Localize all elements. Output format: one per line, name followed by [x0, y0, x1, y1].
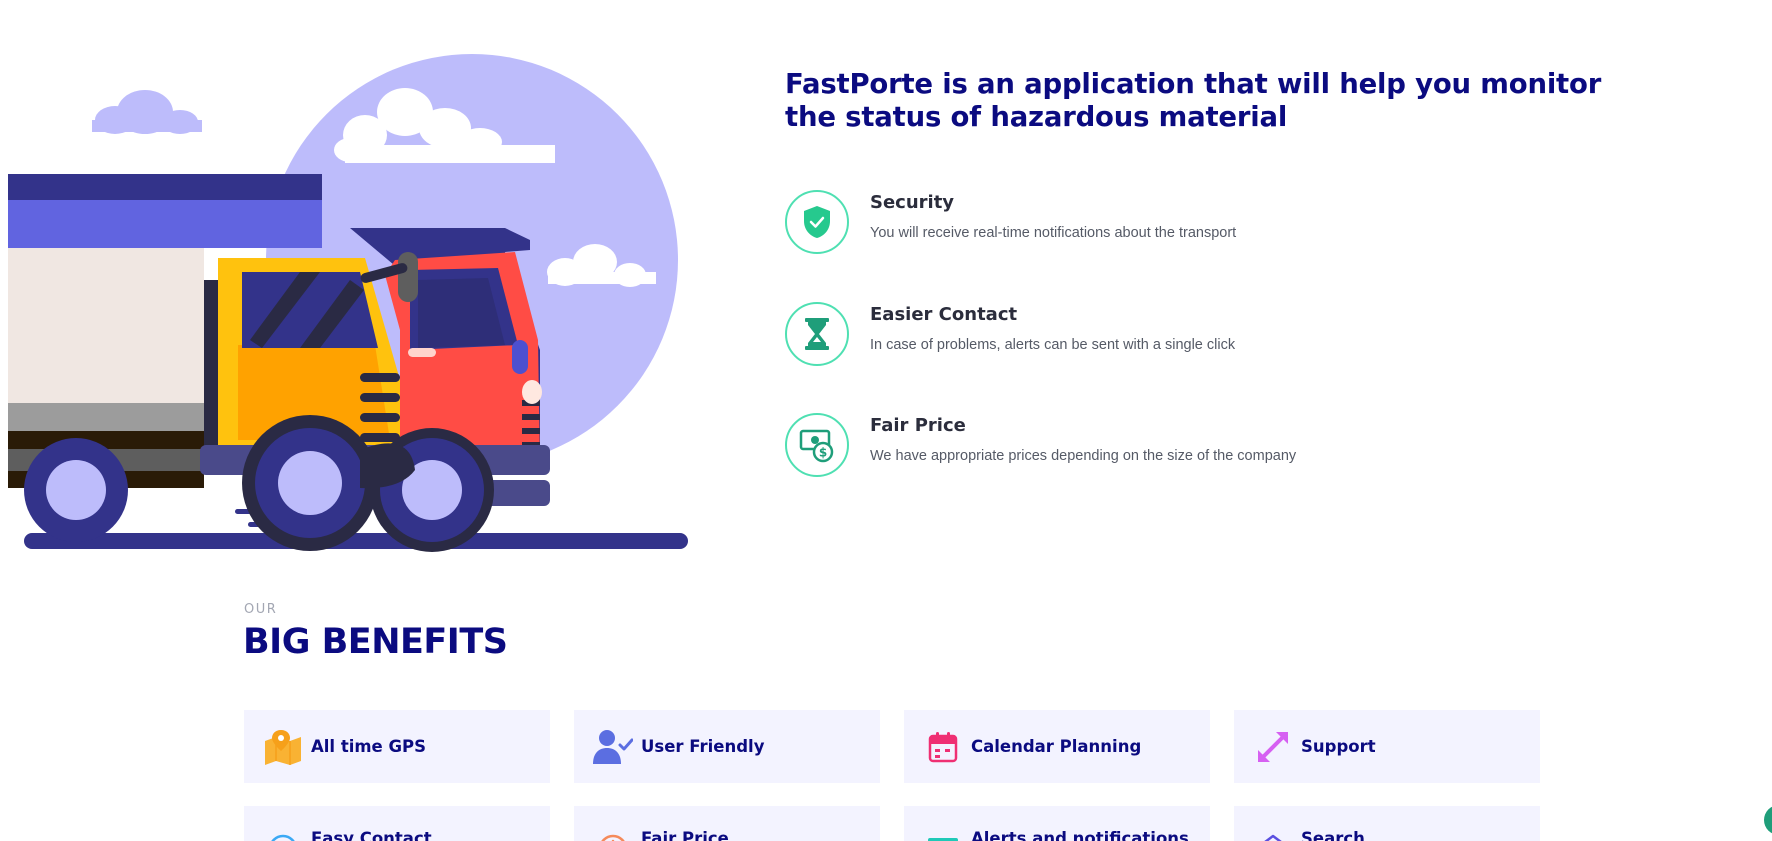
clock-icon [593, 829, 633, 841]
expand-arrows-icon [1253, 727, 1293, 767]
money-icon: $ [785, 413, 849, 477]
benefit-card-calendar[interactable]: Calendar Planning [904, 710, 1210, 783]
cloud-small [92, 90, 202, 134]
shield-check-icon [785, 190, 849, 254]
trailer-top [8, 174, 322, 204]
feature-description: We have appropriate prices depending on … [870, 448, 1297, 464]
benefit-card-easy-contact[interactable]: Easy Contact [244, 806, 550, 841]
benefit-label: Fair Price [641, 829, 729, 841]
feature-fair-price: $ Fair Price We have appropriate prices … [785, 413, 1685, 483]
house-search-icon [1253, 829, 1293, 841]
benefit-label: User Friendly [641, 737, 765, 756]
benefit-label: Calendar Planning [971, 737, 1142, 756]
benefit-card-user-friendly[interactable]: User Friendly [574, 710, 880, 783]
feature-title: Easier Contact [870, 304, 1018, 325]
feature-security: Security You will receive real-time noti… [785, 190, 1685, 260]
feature-description: In case of problems, alerts can be sent … [870, 337, 1236, 353]
benefit-label: Support [1301, 737, 1376, 756]
chat-widget-button[interactable] [1764, 805, 1772, 835]
benefit-label: All time GPS [311, 737, 427, 756]
feature-title: Security [870, 192, 955, 213]
feature-title: Fair Price [870, 415, 966, 436]
benefit-card-search[interactable]: Search [1234, 806, 1540, 841]
benefit-label: Alerts and notifications [971, 829, 1189, 841]
map-pin-icon [263, 727, 303, 767]
benefit-label: Search [1301, 829, 1365, 841]
hero-title: FastPorte is an application that will he… [785, 68, 1602, 133]
benefit-label: Easy Contact [311, 829, 432, 841]
chat-icon [263, 829, 303, 841]
truck-illustration [8, 54, 688, 552]
user-check-icon [593, 727, 633, 767]
benefit-card-support[interactable]: Support [1234, 710, 1540, 783]
benefits-eyebrow: OUR [244, 602, 278, 617]
benefit-card-gps[interactable]: All time GPS [244, 710, 550, 783]
feature-easier-contact: Easier Contact In case of problems, aler… [785, 302, 1685, 372]
hourglass-icon [785, 302, 849, 366]
road [24, 533, 688, 549]
feature-description: You will receive real-time notifications… [870, 225, 1237, 241]
calendar-icon [923, 727, 963, 767]
alert-card-icon [923, 829, 963, 841]
benefit-card-alerts[interactable]: Alerts and notifications [904, 806, 1210, 841]
benefit-card-fair-price[interactable]: Fair Price [574, 806, 880, 841]
benefits-title: BIG BENEFITS [243, 622, 508, 662]
svg-text:$: $ [819, 446, 827, 460]
